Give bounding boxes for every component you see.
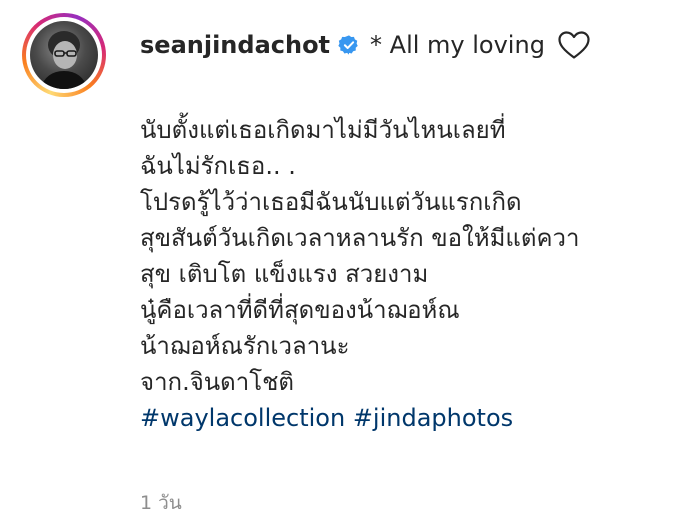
username-link[interactable]: seanjindachot xyxy=(140,31,330,59)
caption-line: จาก.จินดาโชติ xyxy=(140,368,294,396)
hashtag-row: #waylacollection #jindaphotos xyxy=(140,400,579,436)
caption-line: น้าฌอห์ณรักเวลานะ xyxy=(140,332,350,360)
hashtag-link[interactable]: #jindaphotos xyxy=(353,404,513,432)
comment-header: seanjindachot * All my loving xyxy=(140,30,591,60)
comment-timestamp[interactable]: 1 วัน xyxy=(140,488,182,518)
caption-line: นู๋คือเวลาที่ดีที่สุดของน้าฌอห์ณ xyxy=(140,296,460,324)
avatar[interactable] xyxy=(30,21,98,89)
caption-line: สุข เติบโต แข็งแรง สวยงาม xyxy=(140,260,429,288)
comment-avatar-ring[interactable] xyxy=(22,13,106,97)
caption-line: ฉันไม่รักเธอ.. . xyxy=(140,152,296,180)
caption-line: นับตั้งแต่เธอเกิดมาไม่มีวันไหนเลยที่ xyxy=(140,116,506,144)
caption-line: สุขสันต์วันเกิดเวลาหลานรัก ขอให้มีแต่ควา xyxy=(140,224,580,252)
comment-headline: * All my loving xyxy=(370,31,545,59)
caption-line: โปรดรู้ไว้ว่าเธอมีฉันนับแต่วันแรกเกิด xyxy=(140,188,522,216)
verified-badge-icon xyxy=(338,35,358,55)
avatar-portrait-icon xyxy=(40,31,88,89)
comment-caption: นับตั้งแต่เธอเกิดมาไม่มีวันไหนเลยที่ ฉัน… xyxy=(140,112,579,436)
avatar-ring-gap xyxy=(26,17,102,93)
heart-outline-icon[interactable] xyxy=(557,30,591,60)
hashtag-link[interactable]: #waylacollection xyxy=(140,404,345,432)
